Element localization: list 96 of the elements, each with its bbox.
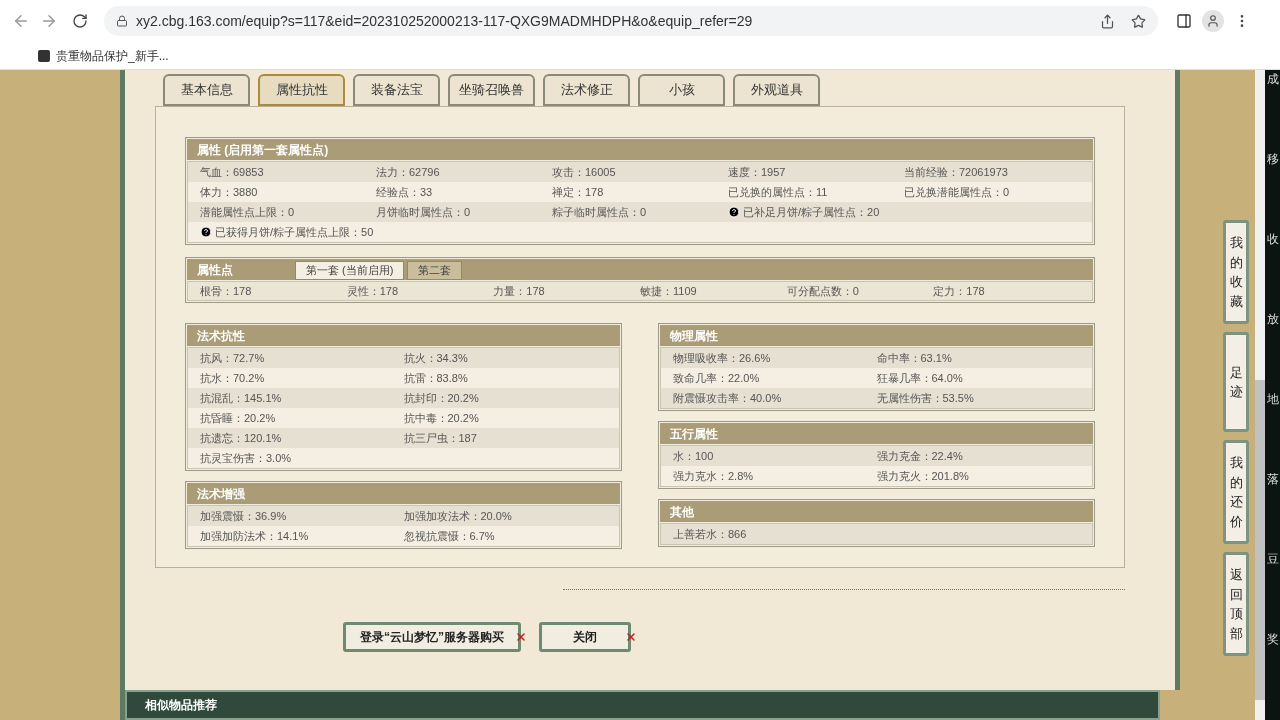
tab[interactable]: 装备法宝 bbox=[353, 74, 440, 106]
attribute-value: 抗灵宝伤害：3.0% bbox=[200, 450, 293, 466]
profile-icon[interactable] bbox=[1202, 10, 1224, 32]
side-app-text: 收 bbox=[1266, 231, 1279, 248]
attribute-value: 抗混乱：145.1% bbox=[200, 390, 283, 406]
tab[interactable]: 基本信息 bbox=[163, 74, 250, 106]
side-button[interactable]: 足迹 bbox=[1223, 332, 1249, 432]
side-button[interactable]: 我的还价 bbox=[1223, 440, 1249, 544]
tab[interactable]: 小孩 bbox=[638, 74, 725, 106]
attribute-value: 体力：3880 bbox=[200, 184, 259, 200]
attribute-value: 抗中毒：20.2% bbox=[403, 410, 480, 426]
attribute-value: 已兑换潜能属性点：0 bbox=[904, 184, 1011, 200]
attribute-value: 敏捷：1109 bbox=[640, 283, 698, 299]
attribute-value: 潜能属性点上限：0 bbox=[200, 204, 296, 220]
section-header: 物理属性 bbox=[660, 325, 1093, 346]
side-app-text: 落 bbox=[1266, 471, 1279, 488]
attribute-value: 抗三尸虫：187 bbox=[403, 430, 478, 446]
section-header: 属性点 bbox=[196, 261, 234, 279]
attribute-value: 当前经验：72061973 bbox=[904, 164, 1009, 180]
attribute-value: 无属性伤害：53.5% bbox=[876, 390, 975, 406]
section-header: 其他 bbox=[660, 501, 1093, 522]
side-app-text: 成 bbox=[1266, 71, 1279, 88]
attribute-value: 加强震慑：36.9% bbox=[200, 508, 288, 524]
section-header: 法术抗性 bbox=[187, 325, 620, 346]
attribute-value: 法力：62796 bbox=[376, 164, 441, 180]
scrollbar[interactable] bbox=[1255, 70, 1265, 720]
share-icon[interactable] bbox=[1100, 13, 1115, 29]
attribute-value: 抗水：70.2% bbox=[200, 370, 266, 386]
attribute-value: 强力克火：201.8% bbox=[876, 468, 970, 484]
tab[interactable]: 属性抗性 bbox=[258, 74, 345, 106]
section-header: 五行属性 bbox=[660, 423, 1093, 444]
attribute-value: 攻击：16005 bbox=[552, 164, 617, 180]
attribute-value: 强力克水：2.8% bbox=[673, 468, 755, 484]
attribute-value: 抗雷：83.8% bbox=[403, 370, 469, 386]
attribute-value: 抗风：72.7% bbox=[200, 350, 266, 366]
help-icon[interactable] bbox=[200, 226, 212, 238]
section-header: 属性 (启用第一套属性点) bbox=[187, 139, 1093, 160]
star-icon[interactable] bbox=[1131, 13, 1146, 29]
attribute-value: 经验点：33 bbox=[376, 184, 434, 200]
attribute-value: 力量：178 bbox=[493, 283, 546, 299]
attribute-value: 抗封印：20.2% bbox=[403, 390, 480, 406]
attribute-value: 抗火：34.3% bbox=[403, 350, 469, 366]
tab[interactable]: 外观道具 bbox=[733, 74, 820, 106]
lock-icon bbox=[116, 15, 128, 27]
set-tab[interactable]: 第二套 bbox=[407, 261, 463, 280]
side-button[interactable]: 返回顶部 bbox=[1223, 552, 1249, 656]
bookmark-favicon-icon bbox=[38, 49, 50, 62]
side-panel-icon[interactable] bbox=[1176, 13, 1192, 29]
attribute-value: 灵性：178 bbox=[346, 283, 399, 299]
attribute-value: 水：100 bbox=[673, 448, 715, 464]
attribute-value: 月饼临时属性点：0 bbox=[376, 204, 472, 220]
attribute-value: 定力：178 bbox=[933, 283, 986, 299]
side-app-text: 放 bbox=[1266, 311, 1279, 328]
help-icon[interactable] bbox=[728, 206, 740, 218]
back-icon[interactable] bbox=[12, 12, 30, 30]
attribute-value: 忽视抗震慑：6.7% bbox=[403, 528, 496, 544]
attribute-value: 已兑换的属性点：11 bbox=[728, 184, 829, 200]
url-text: xy2.cbg.163.com/equip?s=117&eid=202310252000213-117-QXG9MADMHDPH&o&equip_refer=29 bbox=[136, 11, 754, 31]
attribute-value: 上善若水：866 bbox=[673, 526, 748, 542]
cross-icon bbox=[515, 631, 527, 643]
side-button[interactable]: 我的收藏 bbox=[1223, 220, 1249, 324]
bottom-bar-title: 相似物品推荐 bbox=[145, 697, 217, 714]
reload-icon[interactable] bbox=[72, 13, 88, 29]
attribute-value: 可分配点数：0 bbox=[786, 283, 860, 299]
attribute-value: 抗遗忘：120.1% bbox=[200, 430, 283, 446]
attribute-value: 狂暴几率：64.0% bbox=[876, 370, 964, 386]
set-tab[interactable]: 第一套 (当前启用) bbox=[295, 261, 405, 280]
attribute-value: 禅定：178 bbox=[552, 184, 605, 200]
attribute-value: 物理吸收率：26.6% bbox=[673, 350, 772, 366]
attribute-value: 附震慑攻击率：40.0% bbox=[673, 390, 783, 406]
attribute-value: 强力克金：22.4% bbox=[876, 448, 964, 464]
cross-icon bbox=[625, 631, 637, 643]
scrollbar-thumb[interactable] bbox=[1255, 380, 1265, 700]
attribute-value: 加强加防法术：14.1% bbox=[200, 528, 310, 544]
action-button[interactable]: 登录“云山梦忆”服务器购买 bbox=[343, 622, 521, 652]
attribute-value: 气血：69853 bbox=[200, 164, 265, 180]
bookmark-link[interactable]: 贵重物品保护_新手... bbox=[56, 46, 169, 65]
attribute-value: 粽子临时属性点：0 bbox=[552, 204, 648, 220]
tab[interactable]: 坐骑召唤兽 bbox=[448, 74, 535, 106]
side-app-text: 豆 bbox=[1266, 551, 1279, 568]
attribute-value: 致命几率：22.0% bbox=[673, 370, 761, 386]
side-app-text: 地 bbox=[1266, 391, 1279, 408]
attribute-value: 抗昏睡：20.2% bbox=[200, 410, 277, 426]
attribute-value: 加强加攻法术：20.0% bbox=[403, 508, 513, 524]
side-app-text: 移 bbox=[1266, 151, 1279, 168]
attribute-value: 命中率：63.1% bbox=[876, 350, 953, 366]
attribute-value: 已补足月饼/粽子属性点：20 bbox=[743, 204, 880, 220]
side-app-text: 奖 bbox=[1266, 631, 1279, 648]
tab[interactable]: 法术修正 bbox=[543, 74, 630, 106]
attribute-value: 已获得月饼/粽子属性点上限：50 bbox=[215, 224, 374, 240]
forward-icon[interactable] bbox=[40, 12, 58, 30]
attribute-value: 速度：1957 bbox=[728, 164, 787, 180]
section-header: 法术增强 bbox=[187, 483, 620, 504]
attribute-value: 根骨：178 bbox=[200, 283, 253, 299]
address-bar[interactable]: xy2.cbg.163.com/equip?s=117&eid=202310252000213-117-QXG9MADMHDPH&o&equip_refer=29 bbox=[104, 6, 1158, 36]
action-button[interactable]: 关闭 bbox=[539, 622, 631, 652]
